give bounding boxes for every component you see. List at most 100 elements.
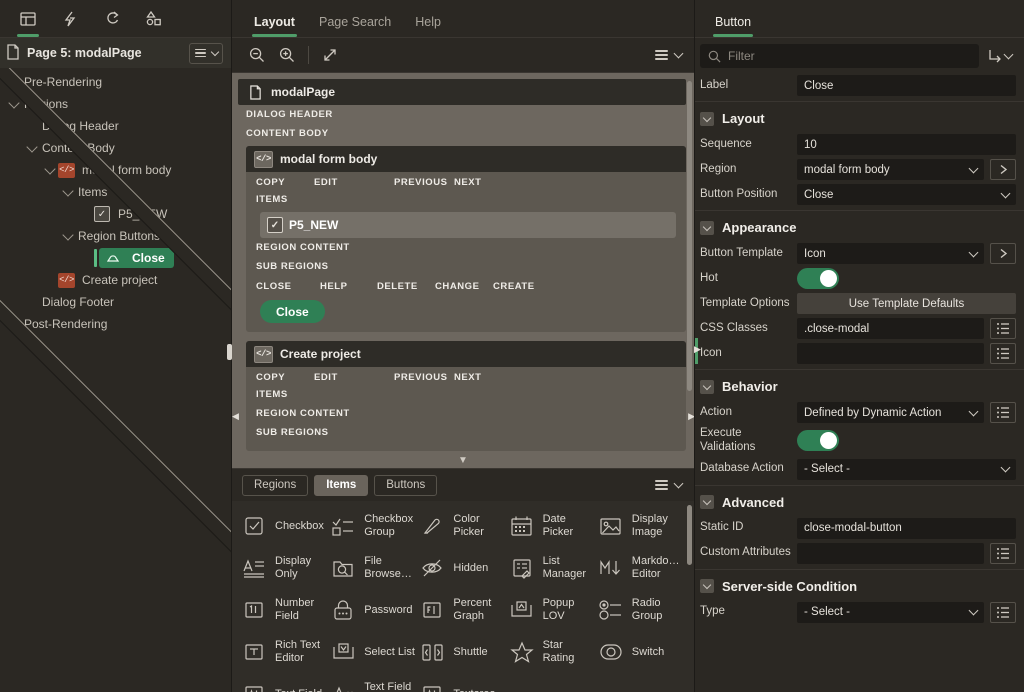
type-lov-button[interactable] (990, 602, 1016, 623)
button-template-select[interactable]: Icon (797, 243, 984, 264)
chevron-down-icon[interactable] (60, 187, 76, 198)
gallery-tab-buttons[interactable]: Buttons (374, 475, 437, 496)
canvas-menu-icon[interactable] (655, 50, 684, 60)
canvas-button-slot[interactable]: PREVIOUS (394, 372, 454, 383)
gallery-scrollbar[interactable] (687, 505, 692, 565)
tree-item-content-body[interactable]: Content Body (0, 137, 231, 159)
tree-item-region-buttons[interactable]: Region Buttons (0, 225, 231, 247)
region-header[interactable]: </>Create project (246, 341, 686, 367)
gallery-tab-regions[interactable]: Regions (242, 475, 308, 496)
gallery-item-shuttle[interactable]: Shuttle (418, 631, 507, 673)
tab-button[interactable]: Button (705, 15, 761, 37)
gallery-item-list-manager[interactable]: List Manager (508, 547, 597, 589)
gallery-menu-icon[interactable] (655, 480, 684, 490)
css-classes-lov-button[interactable] (990, 318, 1016, 339)
gallery-item-checkbox[interactable]: Checkbox (240, 505, 329, 547)
template-options-button[interactable]: Use Template Defaults (797, 293, 1016, 314)
hot-toggle[interactable] (797, 268, 839, 289)
section-header-layout[interactable]: Layout (695, 101, 1024, 132)
canvas-collapse-left-handle[interactable]: ◀ (232, 411, 239, 422)
tree-item-dialog-header[interactable]: Dialog Header (0, 115, 231, 137)
page-tree[interactable]: Pre-RenderingRegionsDialog HeaderContent… (0, 68, 231, 692)
chevron-down-icon[interactable] (24, 143, 40, 154)
custom-attributes-input[interactable] (797, 543, 984, 564)
expand-icon[interactable] (315, 42, 345, 68)
gallery-item-rich-text-editor[interactable]: Rich Text Editor (240, 631, 329, 673)
page-header-row[interactable]: Page 5: modalPage (0, 38, 231, 68)
tab-layout[interactable]: Layout (242, 15, 307, 37)
canvas-button-slot[interactable]: CREATE (493, 281, 551, 292)
zoom-in-icon[interactable] (272, 42, 302, 68)
gallery-item-file-browse-[interactable]: File Browse… (329, 547, 418, 589)
region-header[interactable]: </>modal form body (246, 146, 686, 172)
css-classes-input[interactable]: .close-modal (797, 318, 984, 339)
gallery-item-display-image[interactable]: Display Image (597, 505, 686, 547)
gallery-item-date-picker[interactable]: Date Picker (508, 505, 597, 547)
canvas-scroll-down-icon[interactable]: ▼ (458, 455, 468, 466)
database-action-select[interactable]: - Select - (797, 459, 1016, 480)
shared-components-icon[interactable] (134, 0, 174, 37)
tree-item-dialog-footer[interactable]: Dialog Footer (0, 291, 231, 313)
gallery-tab-items[interactable]: Items (314, 475, 368, 496)
canvas-button-slot[interactable]: EDIT (314, 177, 394, 188)
sequence-input[interactable]: 10 (797, 134, 1016, 155)
canvas-button-slot[interactable]: COPY (256, 372, 314, 383)
canvas-item[interactable]: ✓P5_NEW (260, 212, 676, 238)
chevron-down-icon[interactable] (60, 231, 76, 242)
section-header-advanced[interactable]: Advanced (695, 485, 1024, 516)
canvas-button-slot[interactable]: HELP (320, 281, 377, 292)
canvas-button-slot[interactable]: EDIT (314, 372, 394, 383)
page-card-header[interactable]: modalPage (238, 79, 686, 105)
canvas-button-slot[interactable]: DELETE (377, 281, 435, 292)
zoom-out-icon[interactable] (242, 42, 272, 68)
gallery-item-textarea[interactable]: Textarea (418, 673, 507, 692)
canvas-button-slot[interactable]: CLOSE (256, 281, 320, 292)
gallery-item-switch[interactable]: Switch (597, 631, 686, 673)
icon-input[interactable] (797, 343, 984, 364)
page-menu-button[interactable] (189, 43, 223, 64)
execute-validations-toggle[interactable] (797, 430, 839, 451)
section-header-behavior[interactable]: Behavior (695, 369, 1024, 400)
label-input[interactable]: Close (797, 75, 1016, 96)
canvas-button-slot[interactable]: NEXT (454, 372, 514, 383)
gallery-item-radio-group[interactable]: Radio Group (597, 589, 686, 631)
property-list[interactable]: LabelCloseLayoutSequence10Regionmodal fo… (695, 73, 1024, 692)
canvas-region[interactable]: </>modal form bodyCOPYEDITPREVIOUSNEXTIT… (246, 146, 686, 332)
gallery-item-checkbox-group[interactable]: Checkbox Group (329, 505, 418, 547)
type-select[interactable]: - Select - (797, 602, 984, 623)
gallery-item-password[interactable]: Password (329, 589, 418, 631)
canvas-button-slot[interactable]: CHANGE (435, 281, 493, 292)
canvas-region[interactable]: </>Create projectCOPYEDITPREVIOUSNEXTITE… (246, 341, 686, 451)
custom-attributes-lov-button[interactable] (990, 543, 1016, 564)
gallery-item-star-rating[interactable]: Star Rating (508, 631, 597, 673)
action-select[interactable]: Defined by Dynamic Action (797, 402, 984, 423)
gallery-item-percent-graph[interactable]: Percent Graph (418, 589, 507, 631)
gallery-item-text-field[interactable]: Text Field (240, 673, 329, 692)
action-lov-button[interactable] (990, 402, 1016, 423)
section-header-appearance[interactable]: Appearance (695, 210, 1024, 241)
layout-canvas[interactable]: modalPage DIALOG HEADER CONTENT BODY </>… (232, 73, 694, 468)
canvas-button-slot[interactable]: COPY (256, 177, 314, 188)
gallery-item-hidden[interactable]: Hidden (418, 547, 507, 589)
canvas-button-slot[interactable]: PREVIOUS (394, 177, 454, 188)
goto-icon[interactable] (987, 48, 1016, 64)
gallery-item-color-picker[interactable]: Color Picker (418, 505, 507, 547)
property-tab-bar[interactable]: Button (695, 0, 1024, 38)
region-select[interactable]: modal form body (797, 159, 984, 180)
gallery-item-number-field[interactable]: Number Field (240, 589, 329, 631)
region-goto-button[interactable] (990, 159, 1016, 180)
chevron-right-icon[interactable] (6, 68, 22, 670)
property-panel-collapse-handle[interactable]: ▶ (694, 344, 701, 355)
button-position-select[interactable]: Close (797, 184, 1016, 205)
search-input[interactable]: Filter (700, 44, 979, 68)
button-template-goto-button[interactable] (990, 243, 1016, 264)
gallery-tab-bar[interactable]: Regions Items Buttons (232, 469, 694, 501)
section-header-server-side-condition[interactable]: Server-side Condition (695, 569, 1024, 600)
tab-page-search[interactable]: Page Search (307, 15, 403, 37)
gallery-item-markdo-editor[interactable]: Markdo… Editor (597, 547, 686, 589)
center-tab-bar[interactable]: LayoutPage SearchHelp (232, 0, 694, 38)
tree-item-post-rendering[interactable]: Post-Rendering (0, 313, 231, 335)
static-id-input[interactable]: close-modal-button (797, 518, 1016, 539)
canvas-close-button[interactable]: Close (260, 300, 325, 323)
icon-lov-button[interactable] (990, 343, 1016, 364)
